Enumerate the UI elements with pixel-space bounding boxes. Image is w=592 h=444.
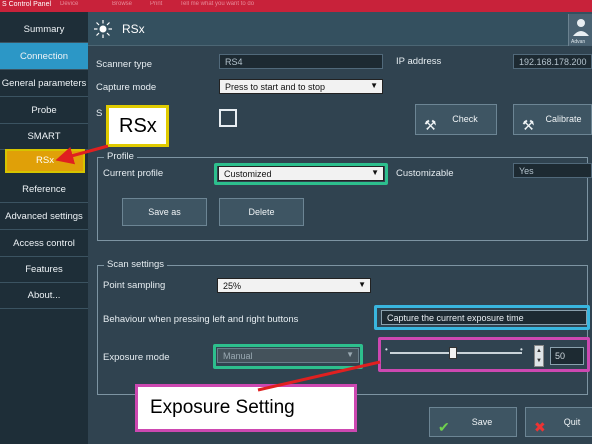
rsx-arrow <box>55 144 109 165</box>
exposure-arrow <box>257 360 381 392</box>
annotation-arrows <box>55 144 381 392</box>
